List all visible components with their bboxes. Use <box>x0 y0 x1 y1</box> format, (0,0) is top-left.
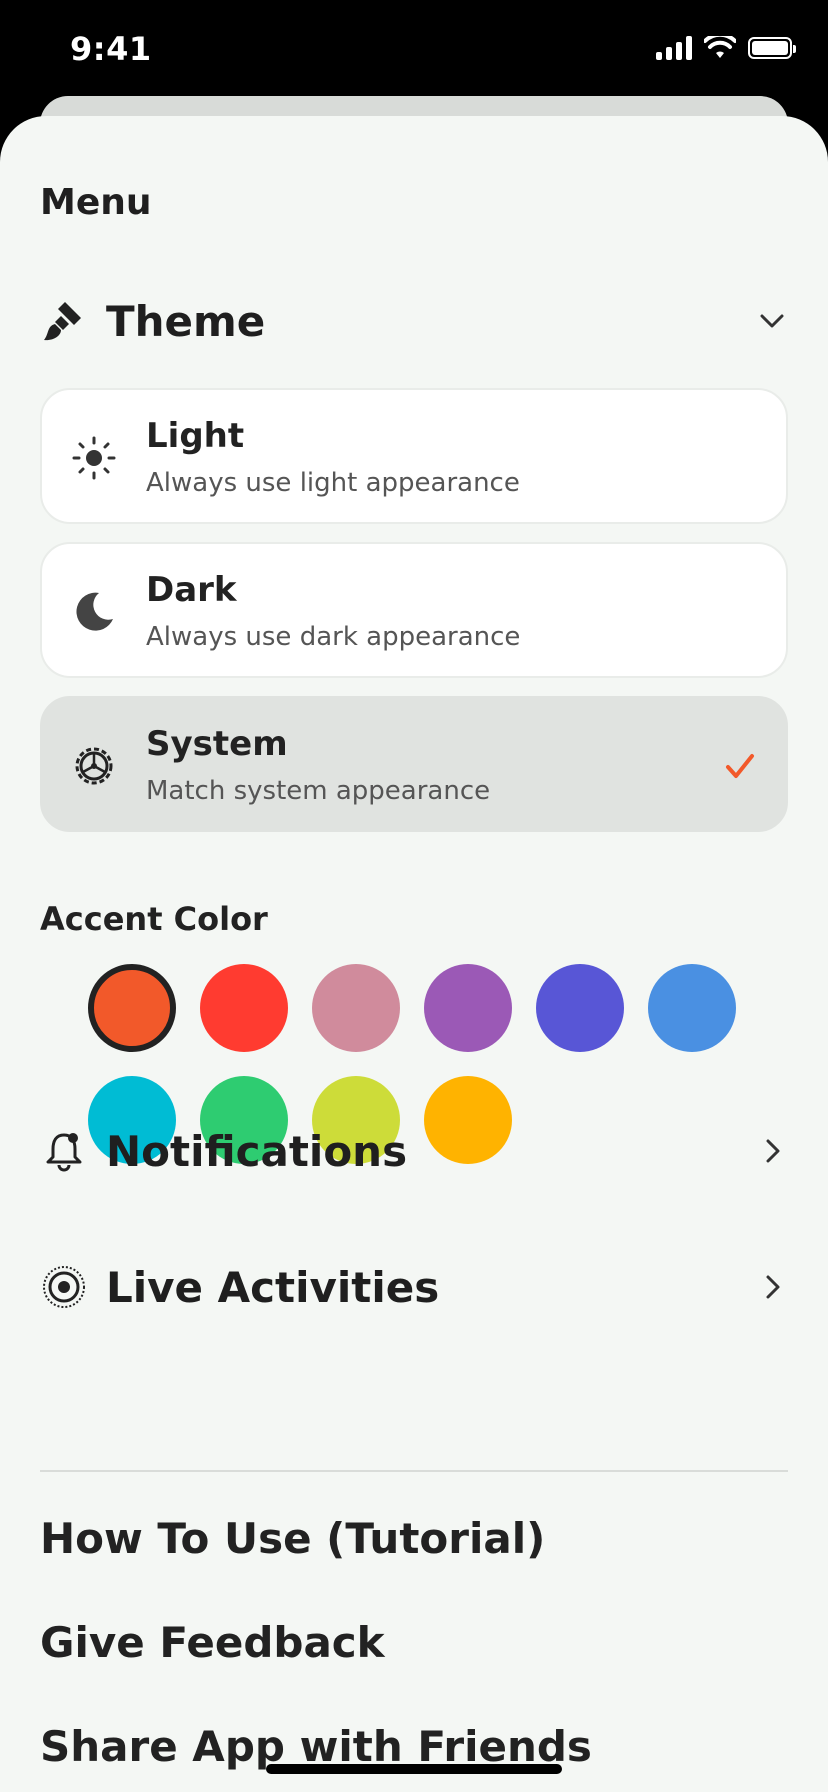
chevron-down-icon <box>756 305 788 337</box>
gear-icon <box>66 738 122 794</box>
sun-icon <box>66 430 122 486</box>
theme-option-title: System <box>146 724 288 764</box>
home-indicator <box>266 1764 562 1774</box>
theme-option-title: Light <box>146 416 245 456</box>
accent-color-swatch[interactable] <box>88 964 176 1052</box>
theme-option-subtitle: Always use dark appearance <box>146 622 521 652</box>
theme-option-subtitle: Always use light appearance <box>146 468 520 498</box>
theme-section-header[interactable]: Theme <box>40 286 788 356</box>
tutorial-link[interactable]: How To Use (Tutorial) <box>40 1514 545 1563</box>
theme-option-dark[interactable]: Dark Always use dark appearance <box>40 542 788 678</box>
live-activity-icon <box>40 1263 88 1311</box>
wifi-icon <box>704 36 736 58</box>
accent-color-swatch[interactable] <box>424 964 512 1052</box>
battery-icon <box>748 37 796 59</box>
theme-option-title: Dark <box>146 570 237 610</box>
chevron-right-icon <box>756 1135 788 1167</box>
status-icons <box>656 36 796 60</box>
cellular-signal-icon <box>656 36 692 60</box>
menu-sheet: Menu Theme Light Always use light appear… <box>0 116 828 1792</box>
accent-color-swatch[interactable] <box>200 964 288 1052</box>
chevron-right-icon <box>756 1271 788 1303</box>
page-title: Menu <box>40 182 152 223</box>
divider <box>40 1470 788 1472</box>
accent-color-title: Accent Color <box>40 900 268 938</box>
live-activities-row[interactable]: Live Activities <box>40 1252 788 1322</box>
give-feedback-link[interactable]: Give Feedback <box>40 1618 385 1667</box>
accent-color-swatch[interactable] <box>648 964 736 1052</box>
checkmark-icon <box>726 754 754 778</box>
theme-option-system[interactable]: System Match system appearance <box>40 696 788 832</box>
notifications-label: Notifications <box>106 1126 408 1176</box>
accent-color-swatch[interactable] <box>312 964 400 1052</box>
theme-label: Theme <box>106 296 266 346</box>
theme-option-subtitle: Match system appearance <box>146 776 491 806</box>
paintbrush-icon <box>40 297 88 345</box>
status-bar: 9:41 <box>0 0 828 100</box>
theme-option-light[interactable]: Light Always use light appearance <box>40 388 788 524</box>
accent-color-swatch[interactable] <box>536 964 624 1052</box>
moon-icon <box>66 584 122 640</box>
live-activities-label: Live Activities <box>106 1262 440 1312</box>
status-time: 9:41 <box>70 30 152 68</box>
bell-icon <box>40 1127 88 1175</box>
notifications-row[interactable]: Notifications <box>40 1116 788 1186</box>
